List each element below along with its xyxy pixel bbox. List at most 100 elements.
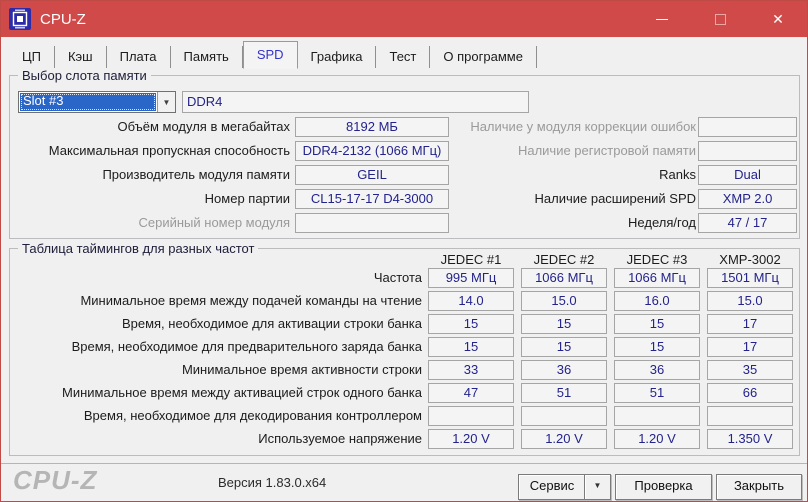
timing-cell: 15 [614, 314, 700, 334]
timings-group: Таблица таймингов для разных частот JEDE… [9, 241, 800, 456]
validate-button[interactable]: Проверка [615, 474, 712, 500]
week-year-label: Неделя/год [628, 215, 696, 230]
module-size-field: 8192 МБ [295, 117, 449, 137]
window-title: CPU-Z [40, 10, 86, 28]
tab-spd[interactable]: SPD [242, 41, 298, 69]
timing-cell: 33 [428, 360, 514, 380]
registered-label: Наличие регистровой памяти [517, 143, 696, 158]
tab-memory[interactable]: Память [171, 46, 243, 68]
ranks-field: Dual [698, 165, 797, 185]
timing-cell: 15 [521, 337, 607, 357]
timing-cell [428, 406, 514, 426]
minimize-icon [656, 18, 668, 20]
timing-cell [707, 406, 793, 426]
spd-ext-field: XMP 2.0 [698, 189, 797, 209]
window-controls: ✕ [633, 1, 807, 37]
maximize-icon [714, 13, 726, 25]
service-dropdown-button[interactable]: ▼ [584, 474, 611, 500]
close-button[interactable]: ✕ [749, 1, 807, 37]
timing-row-label: Время, необходимое для предварительного … [71, 339, 422, 354]
timing-cell: 1.20 V [521, 429, 607, 449]
version-text: Версия 1.83.0.x64 [218, 475, 327, 490]
timing-cell: 51 [521, 383, 607, 403]
tab-graphics[interactable]: Графика [298, 46, 377, 68]
manufacturer-label: Производитель модуля памяти [102, 167, 290, 182]
tab-bar: ЦП Кэш Плата Память SPD Графика Тест О п… [9, 41, 537, 69]
tab-cpu[interactable]: ЦП [9, 46, 55, 68]
timing-cell: 1.20 V [614, 429, 700, 449]
registered-field [698, 141, 797, 161]
footer: CPU-Z Версия 1.83.0.x64 Сервис ▼ Проверк… [1, 463, 807, 501]
ecc-label: Наличие у модуля коррекции ошибок [470, 119, 696, 134]
timing-row-label: Частота [373, 270, 422, 285]
part-number-field: CL15-17-17 D4-3000 [295, 189, 449, 209]
serial-number-label: Серийный номер модуля [138, 215, 291, 230]
column-header-jedec3: JEDEC #3 [626, 252, 688, 267]
module-size-label: Объём модуля в мегабайтах [117, 119, 291, 134]
timings-group-title: Таблица таймингов для разных частот [18, 241, 259, 256]
timing-cell: 14.0 [428, 291, 514, 311]
cpuz-app-icon [9, 8, 31, 30]
ranks-label: Ranks [659, 167, 696, 182]
column-header-xmp: XMP-3002 [719, 252, 781, 267]
timing-cell: 17 [707, 337, 793, 357]
column-header-jedec2: JEDEC #2 [533, 252, 595, 267]
week-year-field: 47 / 17 [698, 213, 797, 233]
timing-cell: 36 [614, 360, 700, 380]
timing-cell: 1066 МГц [614, 268, 700, 288]
timing-cell: 66 [707, 383, 793, 403]
bandwidth-label: Максимальная пропускная способность [48, 143, 290, 158]
cpuz-logo: CPU-Z [13, 465, 98, 495]
spd-ext-label: Наличие расширений SPD [534, 191, 697, 206]
close-app-button[interactable]: Закрыть [716, 474, 802, 500]
timing-cell: 36 [521, 360, 607, 380]
part-number-label: Номер партии [204, 191, 290, 206]
bandwidth-field: DDR4-2132 (1066 МГц) [295, 141, 449, 161]
column-header-jedec1: JEDEC #1 [440, 252, 502, 267]
slot-select[interactable]: Slot #3 ▼ [18, 91, 176, 113]
tab-mainboard[interactable]: Плата [107, 46, 171, 68]
cpuz-window: CPU-Z ✕ ЦП Кэш Плата Память SPD Графика … [0, 0, 808, 502]
timing-cell: 47 [428, 383, 514, 403]
tab-cache[interactable]: Кэш [55, 46, 107, 68]
titlebar[interactable]: CPU-Z ✕ [1, 1, 807, 37]
timing-cell: 15 [428, 337, 514, 357]
timing-row-label: Минимальное время активности строки [181, 362, 422, 377]
ecc-field [698, 117, 797, 137]
timing-cell: 1501 МГц [707, 268, 793, 288]
close-icon: ✕ [772, 11, 784, 27]
memory-slot-group-title: Выбор слота памяти [18, 68, 151, 83]
timing-row-label: Минимальное время между подачей команды … [80, 293, 422, 308]
timing-cell: 35 [707, 360, 793, 380]
chevron-down-icon[interactable]: ▼ [157, 92, 175, 112]
slot-select-value: Slot #3 [20, 93, 156, 111]
maximize-button[interactable] [691, 1, 749, 37]
chevron-down-icon: ▼ [593, 481, 602, 490]
timing-row-label: Используемое напряжение [258, 431, 422, 446]
timing-cell: 1066 МГц [521, 268, 607, 288]
timing-cell: 1.20 V [428, 429, 514, 449]
timing-row-label: Минимальное время между активацией строк… [62, 385, 422, 400]
timing-cell: 16.0 [614, 291, 700, 311]
timing-cell [614, 406, 700, 426]
timing-cell: 1.350 V [707, 429, 793, 449]
timing-cell: 51 [614, 383, 700, 403]
manufacturer-field: GEIL [295, 165, 449, 185]
timing-cell: 15 [521, 314, 607, 334]
timing-cell: 995 МГц [428, 268, 514, 288]
memory-type-field: DDR4 [182, 91, 529, 113]
timing-row-label: Время, необходимое для активации строки … [121, 316, 422, 331]
timing-row-label: Время, необходимое для декодирования кон… [83, 408, 422, 423]
tab-about[interactable]: О программе [430, 46, 537, 68]
timing-cell: 15 [428, 314, 514, 334]
timing-cell: 17 [707, 314, 793, 334]
timing-cell: 15.0 [707, 291, 793, 311]
timing-cell: 15 [614, 337, 700, 357]
serial-number-field [295, 213, 449, 233]
tab-bench[interactable]: Тест [376, 46, 431, 68]
service-button[interactable]: Сервис [518, 474, 586, 500]
minimize-button[interactable] [633, 1, 691, 37]
memory-slot-group: Выбор слота памяти Slot #3 ▼ DDR4 Объём … [9, 68, 800, 239]
timing-cell: 15.0 [521, 291, 607, 311]
timing-cell [521, 406, 607, 426]
